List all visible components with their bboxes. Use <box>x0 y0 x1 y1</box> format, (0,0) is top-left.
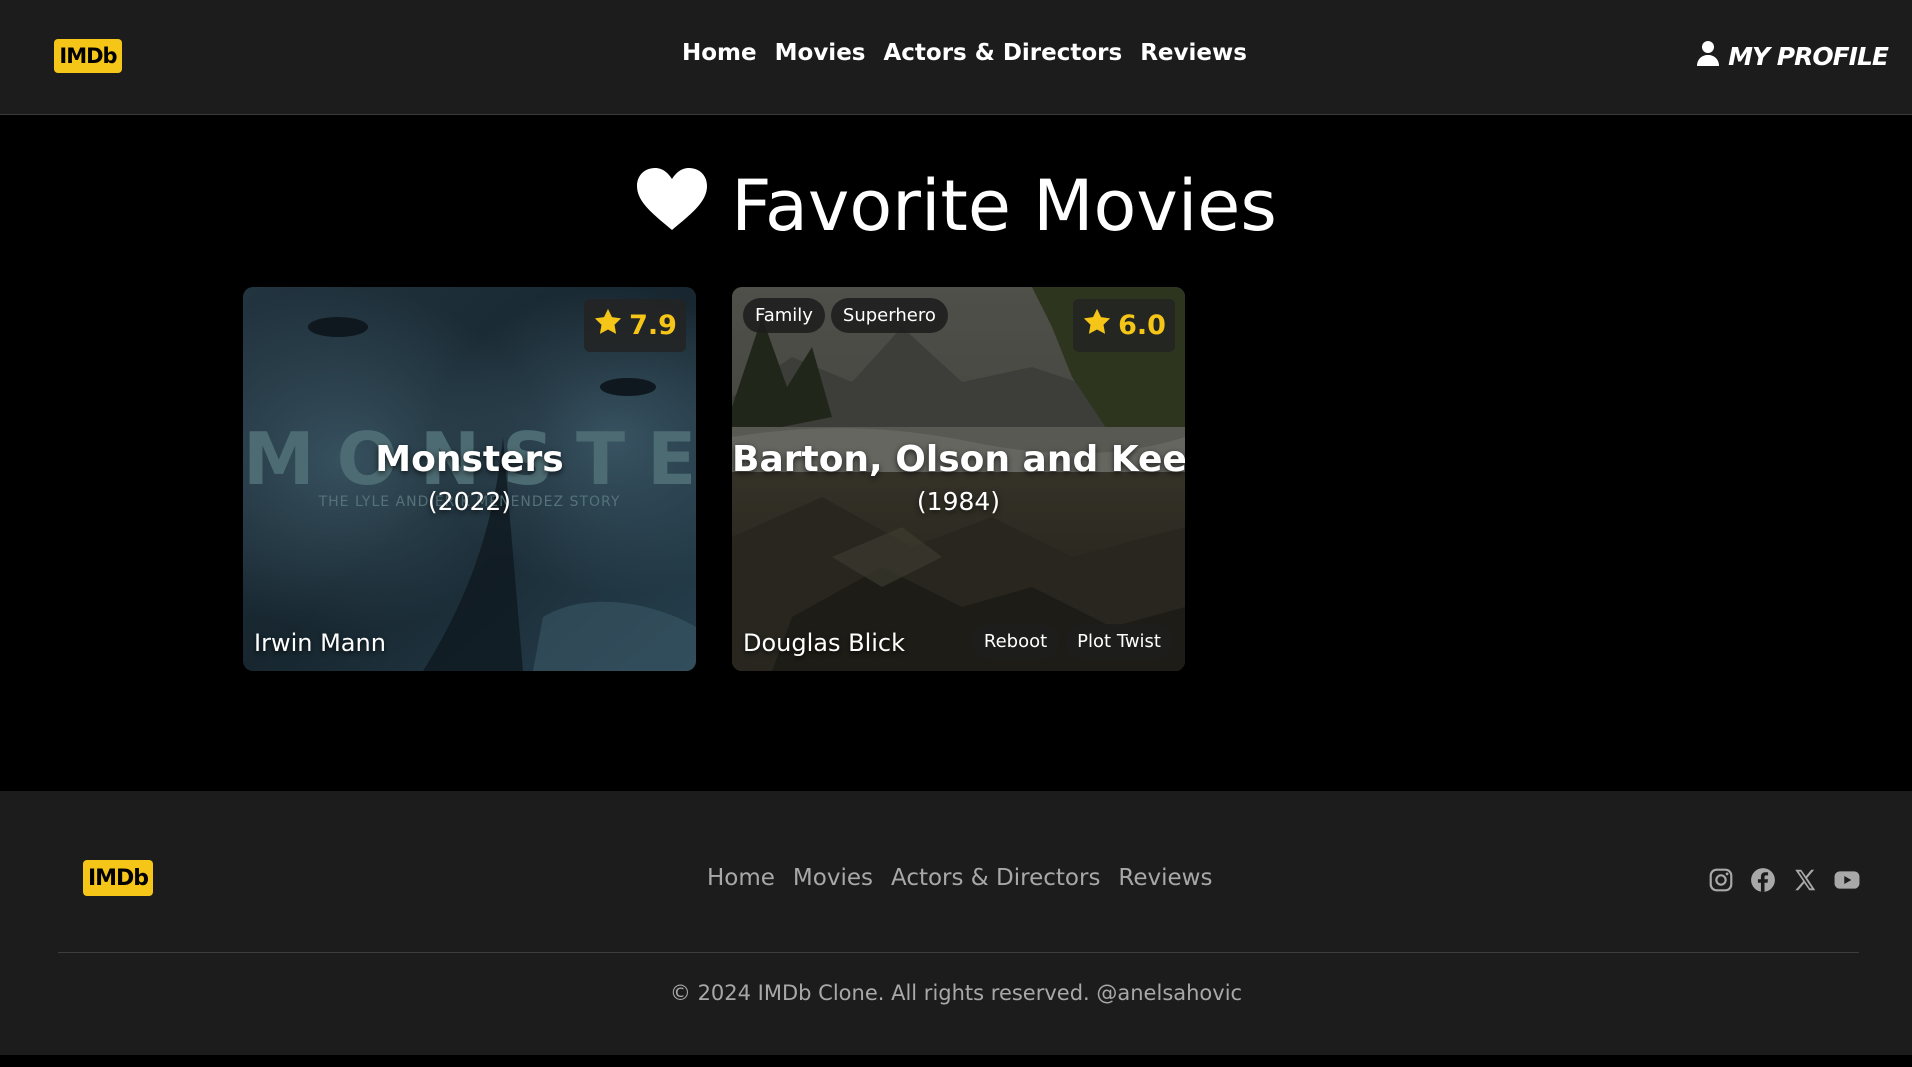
my-profile-label: MY PROFILE <box>1728 41 1889 71</box>
social-links <box>1708 867 1860 893</box>
rating-value: 6.0 <box>1118 310 1166 341</box>
nav-movies[interactable]: Movies <box>775 40 866 66</box>
rating-badge: 6.0 <box>1073 299 1175 352</box>
main-nav: Home Movies Actors & Directors Reviews <box>682 40 1247 66</box>
movie-title: Barton, Olson and Keebler <box>732 439 1185 480</box>
movie-card[interactable]: Family Superhero 6.0 Barton, Olson and K… <box>732 287 1185 671</box>
movie-director: Irwin Mann <box>254 629 386 657</box>
page-title: Favorite Movies <box>0 162 1912 249</box>
site-footer: IMDb Home Movies Actors & Directors Revi… <box>0 791 1912 1055</box>
keyword-tag-plot-twist[interactable]: Plot Twist <box>1065 624 1173 659</box>
footer-nav: Home Movies Actors & Directors Reviews <box>707 865 1212 891</box>
heart-icon <box>635 162 709 249</box>
user-icon <box>1696 40 1720 72</box>
nav-actors-directors[interactable]: Actors & Directors <box>883 40 1122 66</box>
facebook-icon[interactable] <box>1750 867 1776 893</box>
imdb-logo[interactable]: IMDb <box>54 39 122 73</box>
rating-badge: 7.9 <box>584 299 686 352</box>
page-title-text: Favorite Movies <box>731 164 1277 247</box>
genre-tag-family[interactable]: Family <box>743 298 825 333</box>
nav-reviews[interactable]: Reviews <box>1140 40 1247 66</box>
footer-nav-home[interactable]: Home <box>707 865 775 891</box>
keyword-tags: Reboot Plot Twist <box>971 624 1173 659</box>
copyright-text: © 2024 IMDb Clone. All rights reserved. … <box>669 981 1243 1005</box>
footer-nav-actors-directors[interactable]: Actors & Directors <box>891 865 1100 891</box>
keyword-tag-reboot[interactable]: Reboot <box>971 624 1060 659</box>
instagram-icon[interactable] <box>1708 867 1734 893</box>
footer-divider <box>58 952 1859 953</box>
x-icon[interactable] <box>1792 867 1818 893</box>
movie-year: (2022) <box>427 487 512 516</box>
my-profile-button[interactable]: MY PROFILE <box>1696 40 1889 72</box>
nav-home[interactable]: Home <box>682 40 757 66</box>
site-header: IMDb Home Movies Actors & Directors Revi… <box>0 0 1912 115</box>
genre-tag-superhero[interactable]: Superhero <box>830 298 948 333</box>
movie-title: Monsters <box>375 439 564 480</box>
imdb-logo[interactable]: IMDb <box>83 860 153 896</box>
movie-director: Douglas Blick <box>743 629 906 657</box>
genre-tags: Family Superhero <box>743 298 948 333</box>
footer-nav-reviews[interactable]: Reviews <box>1118 865 1212 891</box>
star-icon <box>593 307 623 344</box>
footer-nav-movies[interactable]: Movies <box>793 865 873 891</box>
rating-value: 7.9 <box>629 310 677 341</box>
movie-year: (1984) <box>916 487 1001 516</box>
youtube-icon[interactable] <box>1834 867 1860 893</box>
movie-card[interactable]: MONSTERS THE LYLE AND ERIK MENENDEZ STOR… <box>243 287 696 671</box>
star-icon <box>1082 307 1112 344</box>
